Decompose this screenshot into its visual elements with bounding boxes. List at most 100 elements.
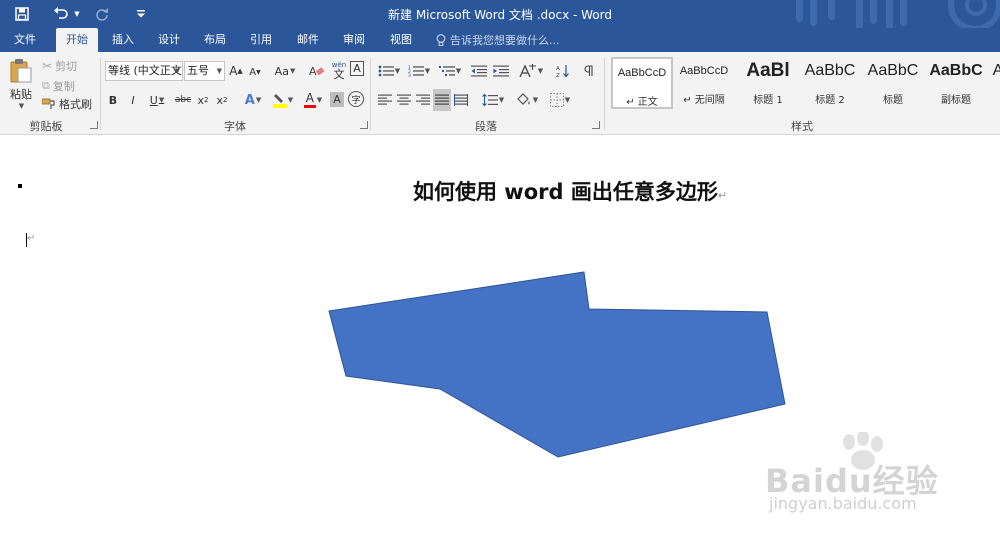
style-normal[interactable]: AaBbCcD ↵ 正文 <box>611 57 673 109</box>
paste-dropdown-icon: ▼ <box>18 102 25 110</box>
paintbrush-icon <box>42 98 55 109</box>
tab-file[interactable]: 文件 <box>4 28 46 52</box>
copy-button[interactable]: ⧉ 复制 <box>42 76 92 96</box>
highlight-color-button[interactable]: ▼ <box>270 90 296 110</box>
font-size-dropdown[interactable]: 五号 ▼ <box>184 61 225 81</box>
freeform-polygon-shape[interactable] <box>328 271 786 458</box>
tab-references[interactable]: 引用 <box>240 28 282 52</box>
change-case-button[interactable]: Aa ▼ <box>272 61 298 81</box>
style-heading-1[interactable]: AaBl 标题 1 <box>737 57 799 109</box>
tab-home[interactable]: 开始 <box>56 28 98 52</box>
format-painter-label: 格式刷 <box>59 98 92 111</box>
copy-icon: ⧉ <box>42 79 50 92</box>
styles-group-label: 样式 <box>791 120 813 133</box>
grow-font-button[interactable]: A ▲ <box>229 61 243 81</box>
shading-button[interactable]: ▼ <box>514 90 540 110</box>
paste-button[interactable]: 粘贴 ▼ <box>6 56 36 112</box>
tab-insert[interactable]: 插入 <box>102 28 144 52</box>
borders-button[interactable]: ▼ <box>546 90 574 110</box>
document-canvas[interactable]: 如何使用 word 画出任意多边形↵ ↵ Baidu经验 jingyan.bai… <box>0 136 1000 539</box>
font-size-value: 五号 <box>187 64 209 77</box>
svg-text:Z: Z <box>556 73 560 78</box>
bullets-button[interactable]: ▼ <box>376 61 402 81</box>
tab-design[interactable]: 设计 <box>148 28 190 52</box>
text-effects-icon: A <box>244 92 255 108</box>
subscript-button[interactable]: x2 <box>196 90 210 110</box>
sort-button[interactable]: AZ <box>554 61 572 81</box>
enclose-characters-button[interactable]: 字 <box>348 91 364 107</box>
justify-button[interactable] <box>433 89 451 111</box>
svg-text:A: A <box>309 65 317 78</box>
lightbulb-icon <box>436 33 446 46</box>
format-painter-button[interactable]: 格式刷 <box>42 94 98 114</box>
enclose-characters-icon: 字 <box>351 95 361 106</box>
line-spacing-button[interactable]: ▼ <box>480 90 506 110</box>
style-name: 标题 2 <box>815 95 845 106</box>
ribbon-home: 粘贴 ▼ ✂ 剪切 ⧉ 复制 格式刷 剪贴板 等线 (中文正文 ▼ 五号 ▼ A… <box>0 52 1000 135</box>
italic-button[interactable]: I <box>126 90 140 110</box>
style-preview: AaBbC <box>929 62 983 79</box>
font-name-value: 等线 (中文正文 <box>108 64 182 77</box>
tab-review[interactable]: 审阅 <box>333 28 375 52</box>
chinese-layout-button[interactable]: ▼ <box>516 61 546 81</box>
text-effects-button[interactable]: A ▼ <box>240 90 266 110</box>
multilevel-list-button[interactable]: ▼ <box>436 61 464 81</box>
clipboard-icon <box>10 59 32 83</box>
style-title[interactable]: AaBbC 标题 <box>862 57 924 109</box>
bullet-list-icon <box>378 65 394 77</box>
strikethrough-button[interactable]: abc <box>174 90 192 110</box>
style-preview: AaBbCcD <box>679 65 729 77</box>
justify-icon <box>435 94 449 105</box>
clear-formatting-button[interactable]: A <box>308 61 326 81</box>
character-shading-icon: A <box>333 93 341 106</box>
style-no-spacing[interactable]: AaBbCcD ↵ 无间隔 <box>673 57 735 109</box>
character-shading-button[interactable]: A <box>330 92 344 107</box>
pilcrow-icon <box>584 65 593 76</box>
shrink-font-button[interactable]: A ▼ <box>248 62 262 82</box>
distributed-button[interactable] <box>453 90 469 110</box>
italic-icon: I <box>131 93 135 107</box>
clipboard-launcher-icon[interactable] <box>90 121 98 129</box>
tab-view[interactable]: 视图 <box>380 28 422 52</box>
style-heading-2[interactable]: AaBbC 标题 2 <box>799 57 861 109</box>
style-subtitle[interactable]: AaBbC 副标题 <box>925 57 987 109</box>
style-preview: AaBbCcD <box>617 67 667 79</box>
align-left-icon <box>378 94 392 105</box>
borders-icon <box>549 93 564 107</box>
eraser-icon: A <box>309 65 325 78</box>
decrease-indent-button[interactable] <box>470 61 488 81</box>
copy-label: 复制 <box>52 80 75 93</box>
numbering-button[interactable]: 1 2 3 ▼ <box>406 61 432 81</box>
subscript-mark: 2 <box>204 96 209 104</box>
phonetic-guide-button[interactable]: wén 文 <box>329 57 349 83</box>
paragraph-group-label: 段落 <box>475 120 497 133</box>
align-left-button[interactable] <box>377 90 393 110</box>
svg-text:A: A <box>556 66 560 72</box>
underline-button[interactable]: U ▼ <box>146 90 168 110</box>
align-center-icon <box>397 94 411 105</box>
align-center-button[interactable] <box>396 90 412 110</box>
style-preview: AaBbC <box>992 62 1000 79</box>
cut-button[interactable]: ✂ 剪切 <box>42 56 92 76</box>
style-more[interactable]: AaBbC 不 <box>987 57 1000 109</box>
align-right-button[interactable] <box>415 90 431 110</box>
tell-me-placeholder: 告诉我您想要做什么... <box>450 34 560 47</box>
tell-me-search[interactable]: 告诉我您想要做什么... <box>436 32 560 48</box>
styles-gallery: AaBbCcD ↵ 正文 AaBbCcD ↵ 无间隔 AaBl 标题 1 AaB… <box>609 57 1000 111</box>
character-border-button[interactable]: A <box>350 61 364 76</box>
superscript-button[interactable]: x2 <box>215 90 229 110</box>
show-hide-marks-button[interactable] <box>582 61 596 81</box>
tab-mailings[interactable]: 邮件 <box>287 28 329 52</box>
style-name: 标题 <box>883 95 903 106</box>
clipboard-group-label: 剪贴板 <box>29 120 63 133</box>
tab-layout[interactable]: 布局 <box>194 28 236 52</box>
bold-button[interactable]: B <box>106 90 120 110</box>
font-color-icon: A <box>303 92 316 108</box>
font-launcher-icon[interactable] <box>360 121 368 129</box>
shrink-font-icon: A <box>249 66 257 78</box>
increase-indent-button[interactable] <box>492 61 510 81</box>
font-name-dropdown[interactable]: 等线 (中文正文 ▼ <box>105 61 183 81</box>
font-color-button[interactable]: A ▼ <box>300 90 326 110</box>
paragraph-launcher-icon[interactable] <box>592 121 600 129</box>
baidu-watermark: Baidu经验 jingyan.baidu.com <box>765 432 945 520</box>
